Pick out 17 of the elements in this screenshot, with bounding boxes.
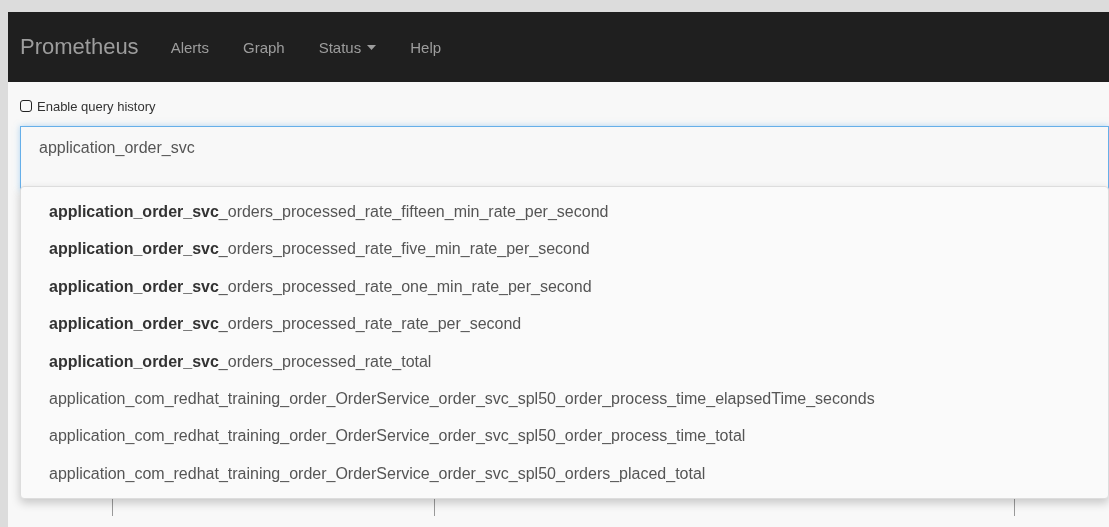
suggestion-item[interactable]: application_order_svc_orders_processed_rate_one_min_rate_per_second [21,267,1108,306]
suggestion-item[interactable]: application_order_svc_orders_processed_rate_fifteen_min_rate_per_second [21,193,1108,231]
checkbox[interactable] [20,100,32,112]
nav-link[interactable]: Status [318,38,377,56]
suggestion-item[interactable]: application_com_redhat_training_order_OrderService_order_svc_spl50_order_process_time_elapsedTime_seconds [21,379,1108,418]
suggestion-item[interactable]: application_order_svc_orders_processed_rate_five_min_rate_per_second [21,230,1108,268]
suggestion-item[interactable]: application_com_redhat_training_order_OrderService_order_svc_spl50_orders_placed_total [21,454,1108,493]
caret-icon [367,44,377,50]
suggestion-item[interactable]: application_order_svc_orders_processed_rate_rate_per_second [21,305,1108,343]
nav-link[interactable]: Help [410,38,442,56]
suggestion-item[interactable]: application_com_redhat_training_order_OrderService_order_svc_spl50_order_process_time_total [21,417,1108,455]
nav-link[interactable]: Alerts [170,38,209,56]
suggestion-item[interactable]: application_order_svc_orders_processed_rate_total [21,342,1108,380]
checkbox-label: Enable query history [37,98,156,114]
nav-link[interactable]: Graph [242,38,285,56]
brand-link[interactable]: Prometheus [20,34,139,60]
expression-input[interactable]: application_order_svc [20,126,1109,190]
